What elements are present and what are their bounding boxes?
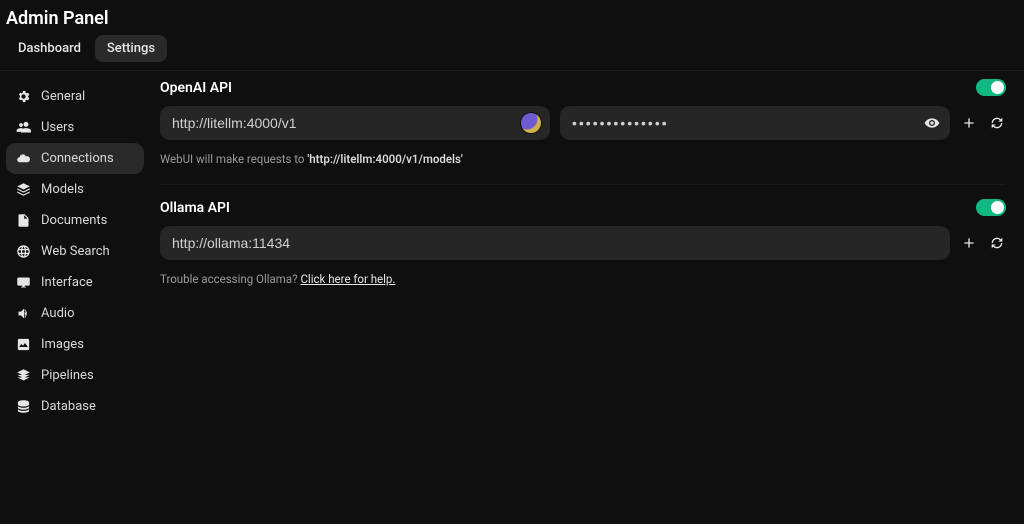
cloud-icon (16, 151, 31, 166)
ollama-help-link[interactable]: Click here for help. (300, 272, 395, 286)
openai-section-title: OpenAI API (160, 80, 232, 96)
ollama-toggle[interactable] (976, 199, 1006, 216)
tab-dashboard[interactable]: Dashboard (6, 35, 93, 62)
sidebar: General Users Connections Models Documen… (0, 71, 150, 524)
sidebar-item-web-search[interactable]: Web Search (6, 236, 144, 267)
refresh-icon (989, 235, 1005, 251)
sidebar-item-label: Interface (41, 275, 93, 290)
sidebar-item-connections[interactable]: Connections (6, 143, 144, 174)
refresh-openai-button[interactable] (988, 114, 1006, 132)
sidebar-item-label: Models (41, 182, 84, 197)
audio-icon (16, 306, 31, 321)
users-icon (16, 120, 31, 135)
globe-icon (16, 244, 31, 259)
sidebar-item-documents[interactable]: Documents (6, 205, 144, 236)
stack-icon (16, 182, 31, 197)
openai-url-input[interactable] (160, 106, 550, 140)
sidebar-item-general[interactable]: General (6, 81, 144, 112)
eye-icon (924, 115, 940, 131)
document-icon (16, 213, 31, 228)
sidebar-item-label: Database (41, 399, 96, 414)
ollama-url-input[interactable] (160, 226, 950, 260)
sidebar-item-label: Pipelines (41, 368, 94, 383)
main-content: OpenAI API (150, 71, 1024, 524)
sidebar-item-label: General (41, 89, 85, 104)
openai-toggle[interactable] (976, 79, 1006, 96)
openai-key-input[interactable] (560, 106, 950, 140)
sidebar-item-interface[interactable]: Interface (6, 267, 144, 298)
refresh-icon (989, 115, 1005, 131)
sidebar-item-label: Users (41, 120, 74, 135)
plus-icon (961, 235, 977, 251)
plus-icon (961, 115, 977, 131)
page-title: Admin Panel (6, 8, 1020, 29)
ollama-section-title: Ollama API (160, 200, 230, 216)
sidebar-item-pipelines[interactable]: Pipelines (6, 360, 144, 391)
sidebar-item-images[interactable]: Images (6, 329, 144, 360)
sidebar-item-label: Web Search (41, 244, 110, 259)
sidebar-item-models[interactable]: Models (6, 174, 144, 205)
sidebar-item-label: Audio (41, 306, 74, 321)
sidebar-item-label: Images (41, 337, 84, 352)
add-openai-button[interactable] (960, 114, 978, 132)
monitor-icon (16, 275, 31, 290)
sidebar-item-users[interactable]: Users (6, 112, 144, 143)
sidebar-item-audio[interactable]: Audio (6, 298, 144, 329)
section-divider (160, 184, 1006, 185)
layers-icon (16, 368, 31, 383)
sidebar-item-label: Connections (41, 151, 114, 166)
database-icon (16, 399, 31, 414)
image-icon (16, 337, 31, 352)
sidebar-item-label: Documents (41, 213, 107, 228)
provider-badge-icon (520, 112, 542, 134)
ollama-help-text: Trouble accessing Ollama? Click here for… (160, 272, 1006, 286)
reveal-key-button[interactable] (922, 113, 942, 133)
add-ollama-button[interactable] (960, 234, 978, 252)
gear-icon (16, 89, 31, 104)
sidebar-item-database[interactable]: Database (6, 391, 144, 422)
refresh-ollama-button[interactable] (988, 234, 1006, 252)
tab-settings[interactable]: Settings (95, 35, 167, 62)
openai-hint: WebUI will make requests to 'http://lite… (160, 152, 1006, 166)
